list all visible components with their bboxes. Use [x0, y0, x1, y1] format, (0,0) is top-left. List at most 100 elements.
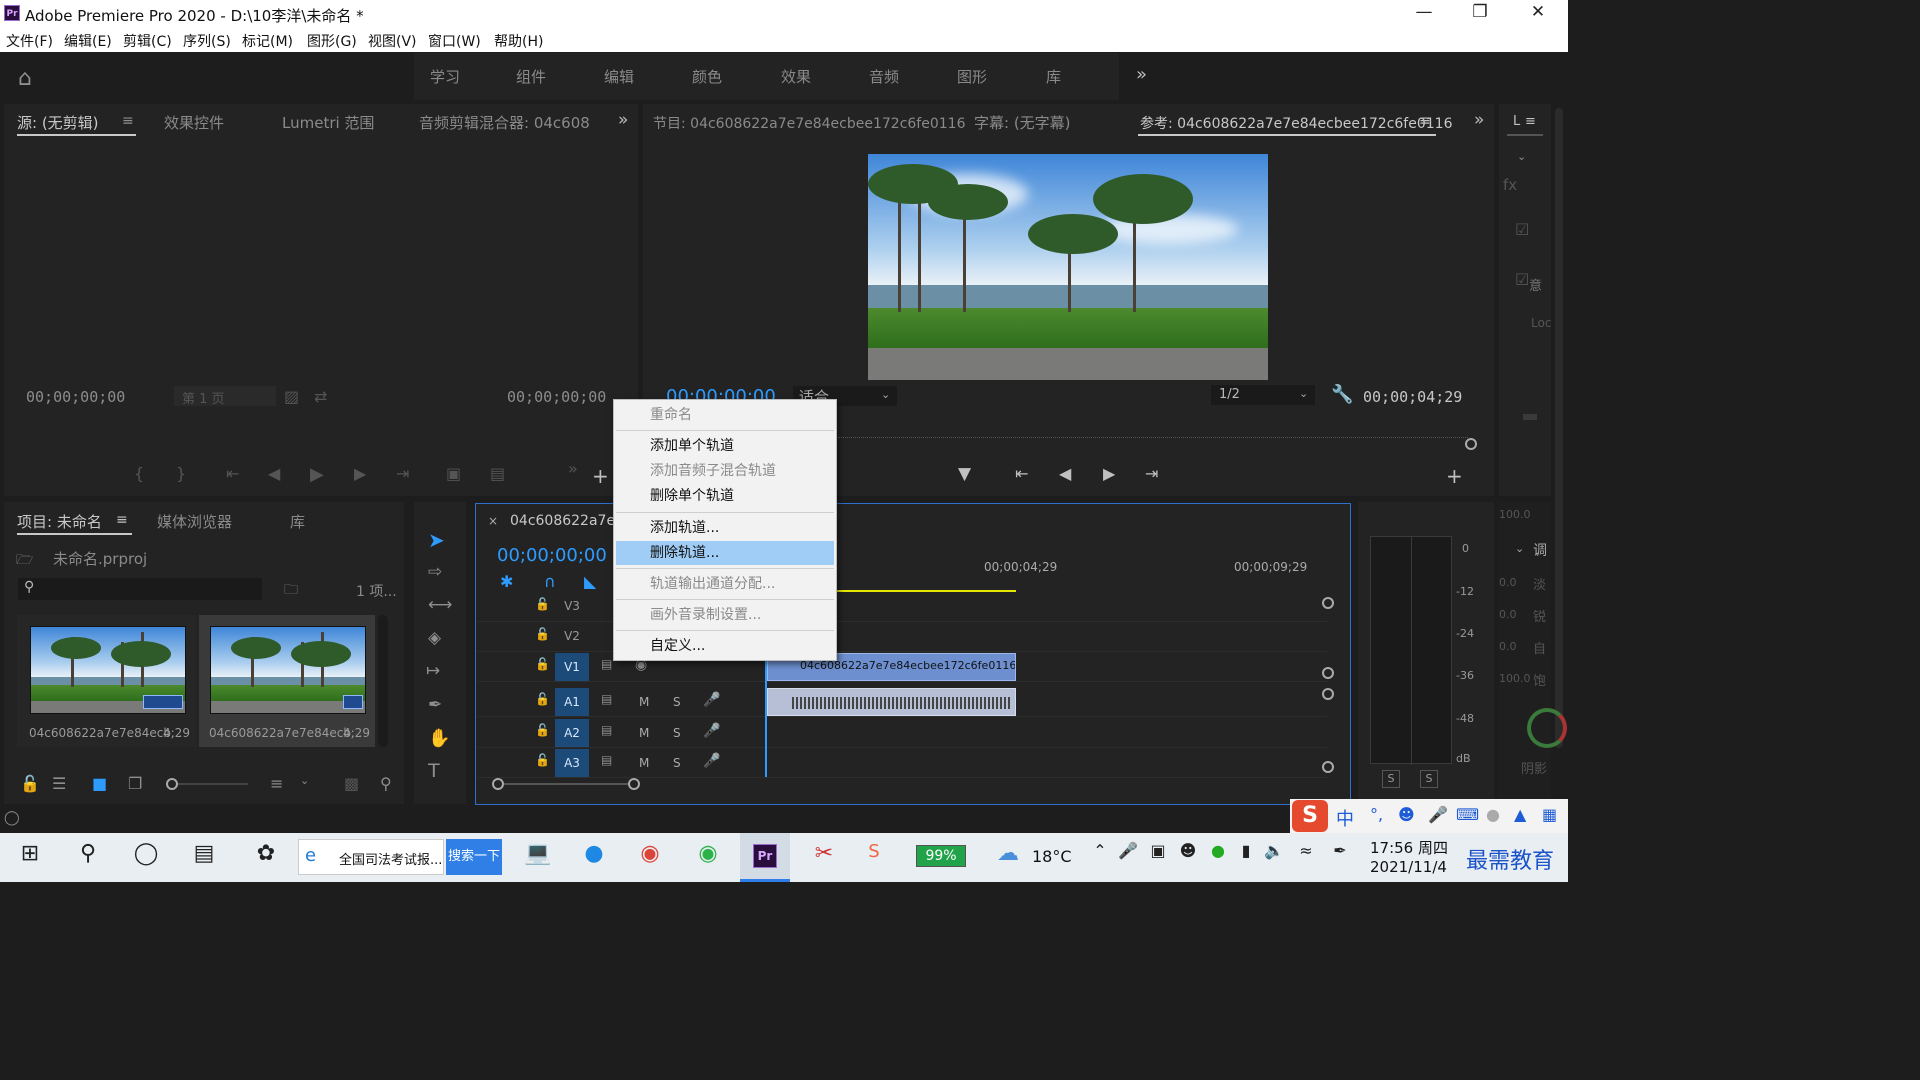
minimize-button[interactable]: —	[1404, 2, 1444, 22]
zoom-handle[interactable]	[1465, 438, 1477, 450]
wechat-icon[interactable]: ◉	[690, 841, 726, 873]
solo-right-button[interactable]: S	[1420, 770, 1438, 788]
microphone-icon[interactable]: 🎤	[703, 723, 720, 739]
emoji-icon[interactable]: ☻	[1398, 805, 1415, 824]
lock-icon[interactable]: 🔓	[535, 627, 550, 641]
checkbox-icon[interactable]: ☑	[1515, 220, 1529, 239]
zoom-slider[interactable]	[178, 783, 248, 785]
workspace-overflow-icon[interactable]: »	[1136, 64, 1147, 85]
page-dropdown[interactable]: 第 1 页	[174, 386, 276, 407]
mark-in-icon[interactable]: {	[134, 464, 144, 483]
zoom-scroll-end[interactable]	[628, 778, 640, 790]
track-select-tool-icon[interactable]: ⇨	[428, 562, 442, 582]
icon-view-icon[interactable]: ■	[92, 774, 107, 793]
step-back-icon[interactable]: ◀	[1059, 464, 1071, 483]
sync-lock-icon[interactable]: ▤	[601, 753, 612, 767]
toolbox-icon[interactable]: ▦	[1542, 805, 1557, 824]
menu-clip[interactable]: 剪辑(C)	[123, 31, 172, 51]
track-a2[interactable]: 🔓 A2 ▤ M S 🎤	[477, 718, 1327, 748]
menu-view[interactable]: 视图(V)	[368, 31, 417, 51]
tab-lumetri-scopes[interactable]: Lumetri 范围	[282, 112, 374, 133]
pen-icon[interactable]: ✒	[1322, 841, 1358, 873]
menu-item-add-submix-track[interactable]: 添加音频子混合轨道	[616, 459, 834, 483]
menu-marker[interactable]: 标记(M)	[242, 31, 293, 51]
menu-item-delete-single-track[interactable]: 删除单个轨道	[616, 484, 834, 508]
track-a3[interactable]: 🔓 A3 ▤ M S 🎤	[477, 748, 1327, 778]
search-icon[interactable]: ⚲	[70, 841, 106, 873]
temperature[interactable]: 18°C	[1032, 847, 1072, 866]
premiere-task[interactable]: Pr	[740, 833, 790, 882]
go-to-out-icon[interactable]: ⇥	[396, 464, 409, 483]
lock-icon[interactable]: 🔓	[535, 597, 550, 611]
menu-item-delete-tracks[interactable]: 删除轨道...	[616, 541, 834, 565]
nest-icon[interactable]: ✱	[500, 572, 513, 591]
computer-icon[interactable]: 💻	[520, 841, 556, 873]
menu-item-add-tracks[interactable]: 添加轨道...	[616, 516, 834, 540]
workspace-audio[interactable]: 音频	[869, 66, 899, 87]
checkbox-icon[interactable]: ☑	[1515, 270, 1529, 289]
zoom-scroll-start[interactable]	[492, 778, 504, 790]
workspace-effects[interactable]: 效果	[781, 66, 811, 87]
menu-file[interactable]: 文件(F)	[6, 31, 53, 51]
selection-tool-icon[interactable]: ➤	[428, 528, 445, 552]
source-timecode-in[interactable]: 00;00;00;00	[26, 388, 125, 406]
restore-button[interactable]: ❐	[1460, 2, 1500, 22]
punctuation-icon[interactable]: °,	[1370, 805, 1383, 824]
razor-tool-icon[interactable]: ◈	[428, 628, 441, 648]
menu-item-voiceover-settings[interactable]: 画外音录制设置...	[616, 603, 834, 627]
timeline-timecode[interactable]: 00;00;00;00	[497, 545, 607, 566]
insert-icon[interactable]: ⇄	[314, 387, 327, 406]
zoom-slider-handle[interactable]	[166, 778, 178, 790]
sync-lock-icon[interactable]: ▤	[601, 723, 612, 737]
edge-icon[interactable]: ●	[576, 841, 612, 873]
track-label[interactable]: A3	[555, 749, 589, 777]
hand-tool-icon[interactable]: ✋	[428, 728, 450, 749]
lock-icon[interactable]: 🔓	[535, 692, 550, 706]
lock-icon[interactable]: 🔓	[535, 723, 550, 737]
go-to-out-icon[interactable]: ⇥	[1145, 464, 1158, 483]
menu-window[interactable]: 窗口(W)	[428, 31, 481, 51]
fx-icon[interactable]: fx	[1503, 176, 1517, 194]
go-to-in-icon[interactable]: ⇤	[226, 464, 239, 483]
tab-audio-clip-mixer[interactable]: 音频剪辑混合器: 04c608	[419, 112, 591, 133]
menu-item-track-output-mapping[interactable]: 轨道输出通道分配...	[616, 572, 834, 596]
step-back-icon[interactable]: ◀	[268, 464, 280, 483]
snap-icon[interactable]: ∩	[544, 572, 556, 591]
workspace-editing[interactable]: 编辑	[604, 66, 634, 87]
overwrite-clip-icon[interactable]: ▤	[490, 464, 505, 483]
panel-menu-icon[interactable]: ≡	[122, 113, 134, 129]
skin-icon[interactable]: ▲	[1514, 805, 1526, 824]
workspace-graphics[interactable]: 图形	[957, 66, 987, 87]
panel-menu-icon[interactable]: ≡	[1419, 113, 1431, 129]
button-editor-icon[interactable]: +	[592, 464, 609, 488]
close-button[interactable]: ✕	[1518, 2, 1558, 22]
solo-left-button[interactable]: S	[1382, 770, 1400, 788]
user-icon[interactable]: ●	[1486, 805, 1500, 824]
battery-indicator[interactable]: 99%	[898, 843, 968, 869]
tab-project[interactable]: 项目: 未命名	[17, 511, 102, 532]
weather-cloud-icon[interactable]: ☁	[990, 841, 1026, 873]
sogou-tray-icon[interactable]: S	[856, 841, 892, 873]
more-controls-icon[interactable]: »	[568, 459, 578, 478]
track-height-handle[interactable]	[1322, 597, 1334, 609]
wifi-icon[interactable]: ≈	[1288, 841, 1324, 873]
sync-lock-icon[interactable]: ▤	[601, 692, 612, 706]
chevron-down-icon[interactable]: ⌄	[1515, 542, 1524, 555]
panel-overflow-icon[interactable]: »	[618, 110, 628, 130]
track-label[interactable]: V2	[555, 622, 589, 650]
tab-media-browser[interactable]: 媒体浏览器	[157, 511, 232, 532]
audio-clip[interactable]	[767, 688, 1016, 716]
home-icon[interactable]: ⌂	[18, 66, 32, 91]
insert-clip-icon[interactable]: ▣	[446, 464, 461, 483]
cortana-icon[interactable]: ◯	[128, 841, 164, 873]
export-frame-icon[interactable]: ▨	[284, 387, 299, 406]
mute-button[interactable]: M	[639, 756, 649, 770]
menu-item-customize[interactable]: 自定义...	[616, 634, 834, 658]
windows-start-icon[interactable]: ⊞	[12, 841, 48, 873]
resolution-dropdown[interactable]: 1/2 ⌄	[1211, 385, 1315, 405]
sogou-logo-icon[interactable]: S	[1292, 800, 1328, 832]
task-view-icon[interactable]: ▤	[186, 841, 222, 873]
menu-edit[interactable]: 编辑(E)	[64, 31, 112, 51]
program-timeline-ruler[interactable]	[838, 430, 1468, 438]
track-height-handle[interactable]	[1322, 688, 1334, 700]
